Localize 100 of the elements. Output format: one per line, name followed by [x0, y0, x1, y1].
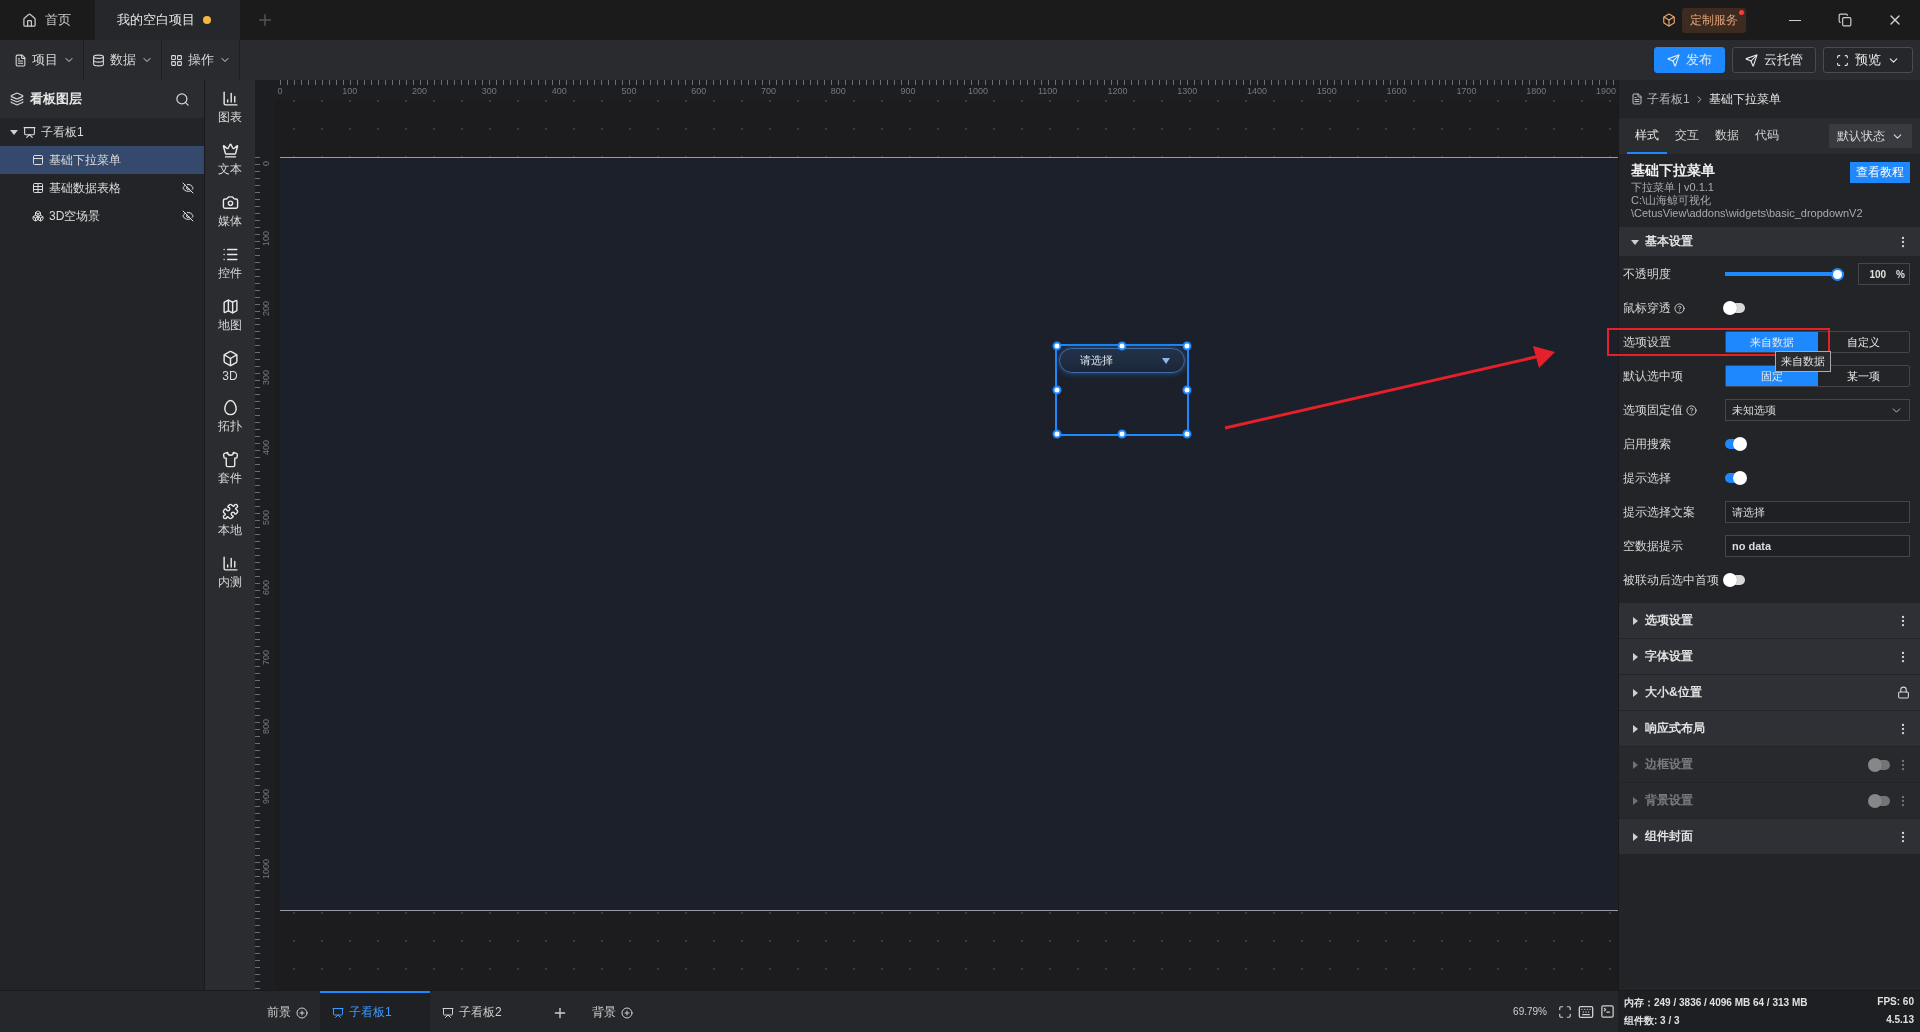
ruler-number: 1300 — [1177, 86, 1198, 96]
inspector-tab[interactable]: 代码 — [1747, 118, 1787, 154]
ruler-number: 1700 — [1456, 86, 1477, 96]
ruler-number: 800 — [830, 86, 846, 96]
resize-handle[interactable] — [1117, 429, 1127, 439]
select-field[interactable]: 未知选项 — [1725, 399, 1910, 421]
layer-item[interactable]: 3D空场景 — [0, 202, 204, 230]
caret-icon[interactable] — [1631, 237, 1639, 246]
tool-button[interactable]: 控件 — [208, 246, 252, 282]
section-header[interactable]: 大小&位置 — [1619, 675, 1920, 711]
resize-handle[interactable] — [1052, 341, 1062, 351]
tooltip: 来自数据 — [1775, 351, 1831, 372]
ruler-number: 1600 — [1386, 86, 1407, 96]
selection-frame[interactable]: 请选择 — [1057, 346, 1187, 434]
tree-item[interactable]: 子看板1 — [0, 118, 204, 146]
caret-icon[interactable] — [1631, 832, 1639, 841]
caret-icon[interactable] — [1631, 616, 1639, 625]
egg-icon — [221, 399, 239, 416]
inspector-tab[interactable]: 交互 — [1667, 118, 1707, 154]
map-icon — [221, 298, 239, 315]
segment-option[interactable]: 自定义 — [1817, 332, 1909, 352]
tool-button[interactable]: 3D — [208, 350, 252, 383]
resize-handle[interactable] — [1052, 385, 1062, 395]
widget-path: \CetusView\addons\widgets\basic_dropdownV2 — [1631, 207, 1864, 219]
field-label: 鼠标穿透 — [1623, 299, 1725, 317]
toolbar-button[interactable]: 云托管 — [1732, 47, 1816, 73]
tool-button[interactable]: 本地 — [208, 503, 252, 539]
text-field[interactable]: 请选择 — [1725, 501, 1910, 523]
section-header[interactable]: 响应式布局 — [1619, 711, 1920, 747]
resize-handle[interactable] — [1052, 429, 1062, 439]
ruler-number: 600 — [691, 86, 707, 96]
widget-path: C:\山海鲸可视化 — [1631, 194, 1713, 206]
dropdown-icon — [32, 154, 44, 166]
shirt-icon — [221, 451, 239, 468]
tool-button[interactable]: 图表 — [208, 90, 252, 126]
resize-handle[interactable] — [1182, 385, 1192, 395]
ruler-number: 700 — [261, 649, 271, 665]
layer-item[interactable]: 基础数据表格 — [0, 174, 204, 202]
document-tab[interactable]: 我的空白项目 — [95, 0, 240, 40]
toggle-switch[interactable] — [1725, 575, 1745, 585]
section-header[interactable]: 组件封面 — [1619, 819, 1920, 855]
layer-item[interactable]: 基础下拉菜单 — [0, 146, 204, 174]
section-header[interactable]: 基本设置 — [1619, 227, 1920, 257]
bar-chart-icon — [221, 555, 239, 572]
ruler-number: 1900 — [1596, 86, 1616, 96]
ruler-number: 300 — [481, 86, 497, 96]
panel-title: 看板图层 — [30, 90, 83, 108]
section-header[interactable]: 选项设置 — [1619, 603, 1920, 639]
service-badge[interactable]: 定制服务 — [1682, 7, 1746, 33]
board-tab[interactable]: 子看板1 — [320, 990, 430, 1032]
ruler-number: 1100 — [1038, 86, 1058, 96]
ruler-number: 1800 — [1526, 86, 1547, 96]
toggle-switch[interactable] — [1725, 303, 1745, 313]
state-select[interactable]: 默认状态 — [1829, 124, 1912, 148]
minimize-icon — [1789, 19, 1801, 21]
tool-button[interactable]: 拓扑 — [208, 399, 252, 435]
eye-off-icon[interactable] — [182, 210, 194, 222]
field-label: 被联动后选中首项 — [1623, 571, 1720, 589]
ruler-number: 700 — [761, 86, 777, 96]
ruler-number: 400 — [261, 440, 271, 456]
toggle-switch[interactable] — [1725, 439, 1745, 449]
section-header[interactable]: 字体设置 — [1619, 639, 1920, 675]
number-field[interactable]: 100 % — [1858, 263, 1910, 285]
board-tab[interactable]: 背景 — [580, 990, 645, 1032]
board-icon — [23, 125, 36, 139]
resize-handle[interactable] — [1182, 429, 1192, 439]
dropdown-widget[interactable]: 请选择 — [1059, 348, 1185, 373]
caret-icon[interactable] — [10, 128, 18, 136]
caret-icon[interactable] — [1631, 652, 1639, 661]
ruler-number: 1000 — [261, 858, 271, 879]
caret-icon[interactable] — [1631, 724, 1639, 733]
board-icon — [332, 1006, 344, 1019]
toggle-switch[interactable] — [1725, 473, 1745, 483]
tool-button[interactable]: 媒体 — [208, 194, 252, 230]
text-field[interactable]: no data — [1725, 535, 1910, 557]
ruler-number: 200 — [261, 300, 271, 316]
bar-chart-icon — [221, 90, 239, 107]
document-icon — [1631, 93, 1643, 105]
tool-button[interactable]: 内测 — [208, 555, 252, 591]
caret-icon[interactable] — [1631, 688, 1639, 697]
resize-handle[interactable] — [1182, 341, 1192, 351]
add-circle-icon — [296, 1006, 308, 1019]
memory-stat: 内存：249 / 3836 / 4096 MB 64 / 313 MB — [1624, 995, 1809, 1010]
breadcrumb-item[interactable]: 子看板1 — [1647, 90, 1690, 108]
resize-handle[interactable] — [1117, 341, 1127, 351]
breadcrumb-item[interactable]: 基础下拉菜单 — [1708, 90, 1781, 108]
tool-button[interactable]: 套件 — [208, 451, 252, 487]
camera-icon — [221, 194, 239, 211]
ruler-number: 1200 — [1107, 86, 1128, 96]
eye-off-icon[interactable] — [182, 182, 194, 194]
tool-button[interactable]: 文本 — [208, 142, 252, 178]
tool-button[interactable]: 地图 — [208, 298, 252, 334]
plus-icon — [256, 11, 274, 29]
toolbar-button[interactable]: 预览 — [1823, 47, 1913, 73]
inspector-tab[interactable]: 样式 — [1627, 118, 1667, 154]
home-icon — [22, 12, 37, 28]
board-tab[interactable]: 前景 — [255, 990, 320, 1032]
inspector-tab[interactable]: 数据 — [1707, 118, 1747, 154]
slider-thumb[interactable] — [1831, 267, 1844, 281]
board-tab[interactable]: 子看板2 — [430, 990, 540, 1032]
